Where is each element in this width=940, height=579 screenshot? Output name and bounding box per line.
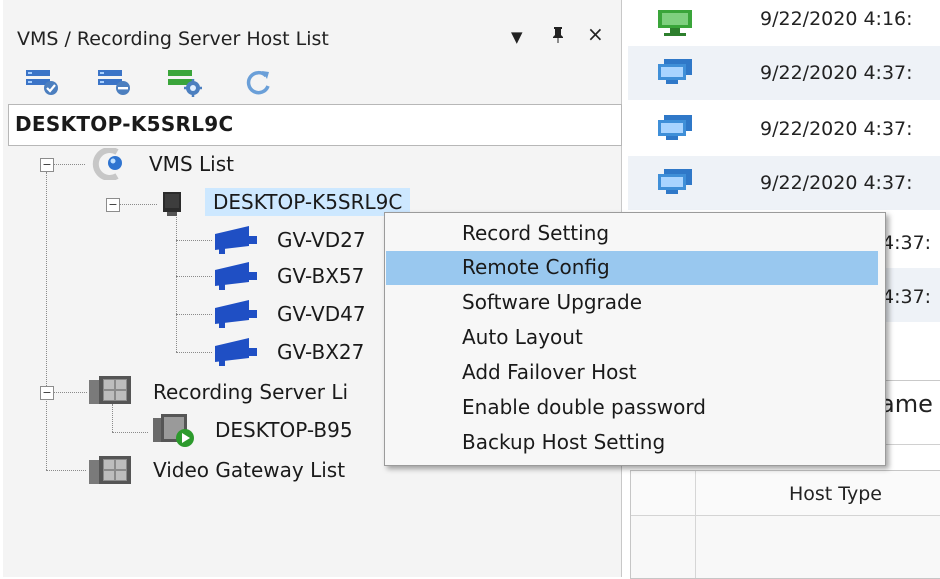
menu-item-auto-layout[interactable]: Auto Layout <box>386 321 878 355</box>
tree-connector <box>176 314 212 315</box>
collapse-toggle[interactable]: − <box>40 158 54 172</box>
log-time: 9/22/2020 4:37: <box>760 62 913 84</box>
host-settings-icon[interactable] <box>167 66 202 98</box>
camera-icon <box>213 336 263 372</box>
panel-titlebar: VMS / Recording Server Host List ▼ × <box>3 14 621 60</box>
tree-item-camera[interactable]: GV-VD47 <box>277 302 366 326</box>
pin-icon[interactable] <box>551 26 565 49</box>
refresh-icon[interactable] <box>241 66 275 98</box>
tree-item-video-gateway-list[interactable]: Video Gateway List <box>153 458 345 482</box>
monitor-blue-icon <box>654 168 698 202</box>
menu-item-record-setting[interactable]: Record Setting <box>386 217 878 251</box>
log-row[interactable]: 9/22/2020 4:37: <box>628 102 940 156</box>
tree-item-recording-server-list[interactable]: Recording Server Li <box>153 380 348 404</box>
tree-connector <box>119 204 157 205</box>
log-row[interactable]: 9/22/2020 4:37: <box>628 46 940 100</box>
log-time: 9/22/2020 4:37: <box>760 172 913 194</box>
menu-item-software-upgrade[interactable]: Software Upgrade <box>386 286 878 320</box>
gateway-film-icon <box>87 454 135 492</box>
tree-connector <box>176 276 212 277</box>
log-time: 4:37: <box>882 286 932 308</box>
monitor-green-icon <box>654 8 698 42</box>
tree-item-vms-list[interactable]: VMS List <box>149 152 234 176</box>
menu-item-remote-config[interactable]: Remote Config <box>386 251 878 285</box>
menu-item-backup-host-setting[interactable]: Backup Host Setting <box>386 426 878 460</box>
tree-connector <box>176 212 177 352</box>
tree-connector <box>176 240 212 241</box>
menu-item-label: Add Failover Host <box>462 360 637 384</box>
tree-connector <box>53 164 85 165</box>
host-type-grid[interactable]: Host Type <box>630 470 940 579</box>
tree-connector <box>46 470 86 471</box>
add-host-icon[interactable] <box>25 66 59 98</box>
menu-item-label: Enable double password <box>462 395 706 419</box>
menu-item-label: Record Setting <box>462 221 610 245</box>
tree-item-camera[interactable]: GV-BX27 <box>277 340 364 364</box>
close-icon[interactable]: × <box>587 22 604 46</box>
tree-connector <box>53 392 87 393</box>
camera-icon <box>213 260 263 296</box>
log-time: 9/22/2020 4:16: <box>760 8 913 30</box>
camera-icon <box>213 224 263 260</box>
menu-item-label: Backup Host Setting <box>462 430 666 454</box>
menu-item-label: Software Upgrade <box>462 290 643 314</box>
menu-item-add-failover-host[interactable]: Add Failover Host <box>386 356 878 390</box>
log-time: 4:37: <box>882 232 932 254</box>
computer-icon <box>159 190 187 222</box>
partial-heading: ame <box>880 390 933 418</box>
host-name-value: DESKTOP-K5SRL9C <box>15 112 234 136</box>
vms-list-icon <box>87 147 131 184</box>
host-name-field[interactable]: DESKTOP-K5SRL9C <box>8 104 622 146</box>
monitor-blue-icon <box>654 114 698 148</box>
recording-host-icon <box>151 412 199 452</box>
log-time: 9/22/2020 4:37: <box>760 118 913 140</box>
tree-item-camera[interactable]: GV-BX57 <box>277 264 364 288</box>
context-menu: Record Setting Remote Config Software Up… <box>384 212 886 466</box>
log-row[interactable]: 9/22/2020 4:37: <box>628 156 940 210</box>
camera-icon <box>213 298 263 334</box>
toolbar <box>3 62 621 102</box>
collapse-toggle[interactable]: − <box>40 386 54 400</box>
tree-item-camera[interactable]: GV-VD27 <box>277 228 366 252</box>
tree-connector <box>112 432 148 433</box>
grid-header: Host Type <box>631 471 940 516</box>
monitor-blue-icon <box>654 58 698 92</box>
panel-title: VMS / Recording Server Host List <box>17 28 329 50</box>
tree-connector <box>176 352 212 353</box>
menu-item-label: Auto Layout <box>462 325 583 349</box>
tree-item-recording-host[interactable]: DESKTOP-B95 <box>215 418 353 442</box>
dropdown-icon[interactable]: ▼ <box>511 28 523 46</box>
tree-item-desktop-selected[interactable]: DESKTOP-K5SRL9C <box>205 188 411 216</box>
collapse-toggle[interactable]: − <box>106 198 120 212</box>
column-separator <box>695 471 696 578</box>
server-film-icon <box>87 374 135 412</box>
menu-item-label: Remote Config <box>462 255 610 279</box>
tree-connector <box>46 172 47 470</box>
menu-item-enable-double-password[interactable]: Enable double password <box>386 391 878 425</box>
remove-host-icon[interactable] <box>97 66 131 98</box>
column-header-host-type[interactable]: Host Type <box>789 483 882 505</box>
